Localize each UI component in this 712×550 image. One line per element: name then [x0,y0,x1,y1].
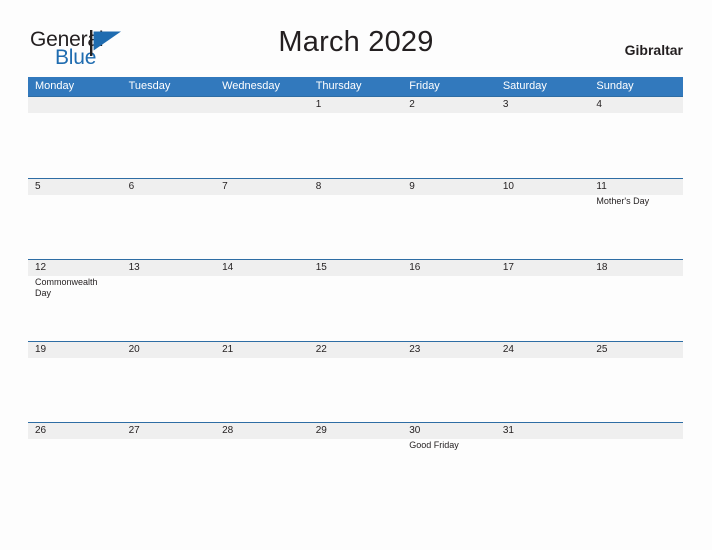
day-number: 30 [409,425,421,436]
day-cell[interactable]: 30 Good Friday [402,423,496,504]
day-number: 15 [315,262,327,273]
day-cell[interactable]: 10 [496,179,590,260]
day-cell[interactable]: 22 [309,342,403,423]
day-cell[interactable] [122,97,216,178]
day-number: 29 [315,425,327,436]
day-cell[interactable]: 11 Mother's Day [589,179,683,260]
day-cell[interactable]: 15 [309,260,403,341]
day-cell[interactable]: 21 [215,342,309,423]
week-row: 5 6 7 8 9 10 11 Mother's Day [28,177,683,260]
day-cell[interactable]: 7 [215,179,309,260]
day-cell[interactable]: 12 Commonwealth Day [28,260,122,341]
day-cell[interactable]: 23 [402,342,496,423]
day-cell[interactable]: 17 [496,260,590,341]
day-cell[interactable]: 26 [28,423,122,504]
day-number: 4 [596,99,602,110]
day-event: Commonwealth Day [35,277,98,298]
day-cell[interactable]: 6 [122,179,216,260]
weekday-header-sunday: Sunday [596,80,634,92]
day-cell[interactable] [589,423,683,504]
day-number: 16 [409,262,421,273]
day-number: 26 [35,425,47,436]
day-number: 13 [128,262,140,273]
day-cell[interactable]: 9 [402,179,496,260]
day-cell[interactable]: 3 [496,97,590,178]
day-number: 21 [222,343,234,355]
day-number: 28 [222,425,234,436]
day-cell[interactable]: 18 [589,260,683,341]
day-cell[interactable]: 28 [215,423,309,504]
weekday-header-thursday: Thursday [315,80,362,92]
day-cell[interactable]: 31 [496,423,590,504]
day-number: 6 [128,180,135,192]
day-number: 27 [128,425,140,436]
day-number: 25 [596,343,608,355]
day-number: 17 [502,262,514,273]
day-number: 23 [409,343,421,355]
week-row: 1 2 3 4 [28,96,683,178]
day-number: 24 [502,343,514,355]
day-number: 18 [596,262,608,273]
month-calendar: Monday Tuesday Wednesday Thursday Friday… [28,77,683,504]
day-cell[interactable]: 19 [28,342,122,423]
day-cell[interactable]: 24 [496,342,590,423]
day-cell[interactable] [215,97,309,178]
day-number: 20 [128,343,140,355]
calendar-page: General Blue March 2029 Gibraltar Monday… [0,0,712,550]
weekday-header-monday: Monday [35,80,75,92]
day-cell[interactable]: 8 [309,179,403,260]
day-number: 14 [222,262,234,273]
day-number: 3 [502,99,509,110]
day-number: 19 [35,343,47,355]
day-number: 22 [315,343,327,355]
day-cell[interactable]: 4 [589,97,683,178]
weekday-header-row: Monday Tuesday Wednesday Thursday Friday… [28,77,683,96]
week-row: 19 20 21 22 23 24 25 [28,340,683,423]
page-header: General Blue March 2029 Gibraltar [0,0,712,76]
day-number: 31 [502,425,514,436]
day-cell[interactable]: 2 [402,97,496,178]
day-number: 7 [222,180,228,192]
weekday-header-tuesday: Tuesday [128,80,171,92]
weekday-header-friday: Friday [409,80,440,92]
day-cell[interactable]: 13 [122,260,216,341]
day-cell[interactable]: 1 [309,97,403,178]
day-number: 5 [35,180,41,192]
day-number: 11 [596,180,607,192]
locale-label: Gibraltar [624,42,683,58]
day-cell[interactable]: 14 [215,260,309,341]
day-number: 12 [35,262,47,273]
day-number: 10 [502,180,514,192]
day-number: 2 [409,99,415,110]
day-cell[interactable]: 16 [402,260,496,341]
day-number: 8 [315,180,322,192]
day-cell[interactable]: 25 [589,342,683,423]
day-cell[interactable]: 5 [28,179,122,260]
day-number: 9 [409,180,415,192]
week-row: 12 Commonwealth Day 13 14 15 16 17 18 [28,259,683,341]
week-row: 26 27 28 29 30 Good Friday 31 [28,422,683,504]
page-title: March 2029 [278,26,434,58]
day-cell[interactable]: 29 [309,423,403,504]
day-number: 1 [315,99,322,110]
day-cell[interactable]: 27 [122,423,216,504]
day-event: Good Friday [409,440,459,450]
day-cell[interactable] [28,97,122,178]
day-event: Mother's Day [596,195,650,206]
weekday-header-wednesday: Wednesday [222,80,281,92]
weekday-header-saturday: Saturday [502,80,547,92]
day-cell[interactable]: 20 [122,342,216,423]
